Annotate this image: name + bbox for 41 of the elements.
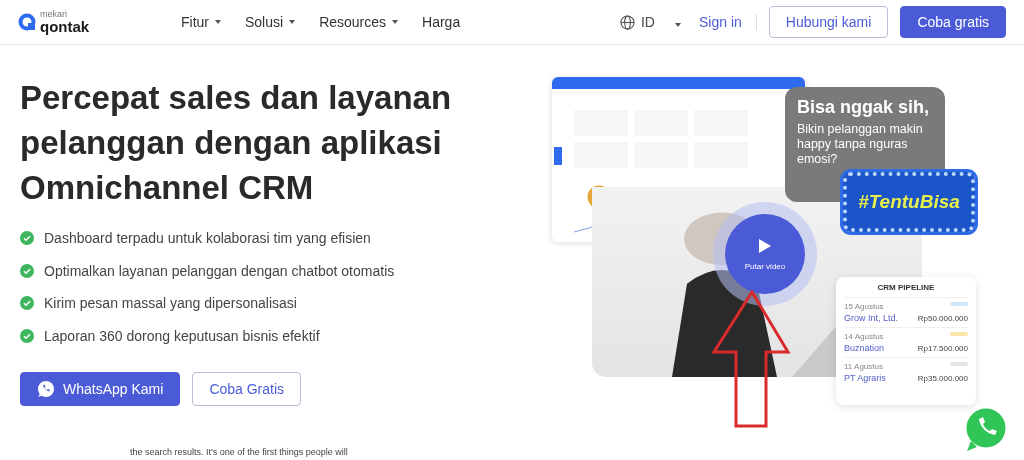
- whatsapp-button[interactable]: WhatsApp Kami: [20, 372, 181, 406]
- play-icon: [758, 237, 772, 254]
- feature-text: Laporan 360 dorong keputusan bisnis efektif: [44, 327, 320, 344]
- body-text: the search results. It's one of the first things people will: [130, 447, 348, 457]
- check-circle-icon: [20, 263, 34, 278]
- deal-date: 14 Agustus: [844, 332, 885, 341]
- deal-company: PT Agraris: [844, 373, 887, 383]
- free-trial-button[interactable]: Coba Gratis: [192, 372, 302, 406]
- language-code: ID: [641, 14, 655, 30]
- globe-icon: [620, 14, 635, 30]
- deal-company: Buznation: [844, 343, 886, 353]
- nav-menu-item[interactable]: Fitur: [181, 14, 221, 30]
- whatsapp-icon: [37, 380, 55, 398]
- deal-date: 15 Agustus: [844, 302, 885, 311]
- nav-menu-item[interactable]: Solusi: [245, 14, 296, 30]
- feature-text: Dashboard terpadu untuk kolaborasi tim yang efisien: [44, 230, 371, 247]
- deal-company: Grow Int, Ltd.: [844, 313, 900, 323]
- logo-subtitle: mekari: [40, 10, 68, 19]
- check-circle-icon: [20, 328, 34, 343]
- logo-icon: [18, 13, 36, 31]
- bubble-text: Bikin pelanggan makin happy tanpa nguras emosi?: [797, 122, 924, 167]
- logo-name: qontak: [40, 19, 90, 34]
- language-selector[interactable]: ID: [614, 13, 687, 31]
- caret-icon: [675, 23, 681, 27]
- bubble-heading: Bisa nggak sih,: [797, 97, 931, 118]
- deal-date: 11 Agustus: [844, 362, 884, 371]
- hero-title: Percepat sales dan layanan pelanggan dengan aplikasi Omnichannel CRM: [20, 78, 453, 208]
- deal-amount: Rp50.000.000: [917, 314, 968, 323]
- check-circle-icon: [20, 296, 34, 311]
- nav-menu-item[interactable]: Harga: [422, 14, 461, 30]
- pipeline-title: CRM PIPELINE: [876, 283, 936, 292]
- check-circle-icon: [20, 231, 34, 246]
- feature-text: Optimalkan layanan pelanggan dengan chatbot otomatis: [44, 262, 395, 279]
- deal-amount: Rp35.000.000: [917, 374, 968, 383]
- contact-button[interactable]: Hubungi kami: [768, 6, 889, 38]
- deal-amount: Rp17.500.000: [917, 344, 968, 353]
- nav-menu-item[interactable]: Resources: [319, 14, 399, 30]
- feature-text: Kirim pesan massal yang dipersonalisasi: [44, 295, 297, 312]
- sign-in-link[interactable]: Sign in: [699, 14, 757, 30]
- free-trial-button[interactable]: Coba gratis: [900, 6, 1006, 38]
- hashtag-sign: #TentuBisa: [843, 172, 975, 232]
